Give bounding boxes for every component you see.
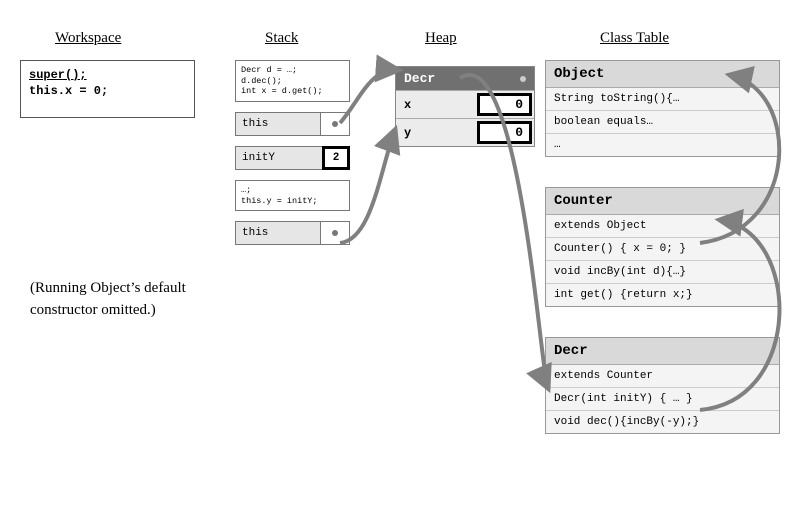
stack-slot-this1-val: [321, 113, 349, 135]
heap-field-y: y 0: [396, 118, 534, 146]
class-decr-row: void dec(){incBy(-y);}: [546, 411, 779, 433]
stack-slot-this1: this: [235, 112, 350, 136]
workspace-line2: this.x = 0;: [29, 83, 186, 99]
class-decr: Decr extends Counter Decr(int initY) { ……: [545, 337, 780, 434]
stack-column: Decr d = …; d.dec(); int x = d.get(); th…: [235, 60, 350, 255]
stack-slot-this2: this: [235, 221, 350, 245]
heap-column: Decr x 0 y 0: [395, 66, 535, 147]
class-counter: Counter extends Object Counter() { x = 0…: [545, 187, 780, 307]
stack-slot-inity: initY 2: [235, 146, 350, 170]
omitted-note: (Running Object’s default constructor om…: [30, 278, 250, 322]
class-object: Object String toString(){… boolean equal…: [545, 60, 780, 157]
workspace-box: super(); this.x = 0;: [20, 60, 195, 118]
class-counter-name: Counter: [546, 188, 779, 215]
heap-field-y-name: y: [396, 119, 475, 146]
stack-slot-this2-label: this: [236, 222, 321, 244]
workspace-line1: super();: [29, 67, 186, 83]
class-object-row: String toString(){…: [546, 88, 779, 111]
stack-frame-decr-code: …; this.y = initY;: [236, 181, 349, 210]
class-counter-extends: extends Object: [546, 215, 779, 238]
stack-slot-inity-label: initY: [236, 147, 323, 169]
class-decr-name: Decr: [546, 338, 779, 365]
heap-heading: Heap: [425, 30, 457, 47]
heap-object-pointer-dot: [520, 76, 526, 82]
class-counter-row: Counter() { x = 0; }: [546, 238, 779, 261]
class-object-name: Object: [546, 61, 779, 88]
classtable-heading: Class Table: [600, 30, 669, 47]
class-decr-extends: extends Counter: [546, 365, 779, 388]
stack-heading: Stack: [265, 30, 298, 47]
class-counter-row: void incBy(int d){…}: [546, 261, 779, 284]
stack-frame-main-code: Decr d = …; d.dec(); int x = d.get();: [236, 61, 349, 101]
heap-field-x-name: x: [396, 91, 475, 118]
stack-slot-this2-val: [321, 222, 349, 244]
class-table-column: Object String toString(){… boolean equal…: [545, 60, 780, 464]
class-object-row: …: [546, 134, 779, 156]
class-counter-row: int get() {return x;}: [546, 284, 779, 306]
stack-slot-this1-label: this: [236, 113, 321, 135]
heap-object-decr: Decr x 0 y 0: [395, 66, 535, 147]
class-object-row: boolean equals…: [546, 111, 779, 134]
class-decr-row: Decr(int initY) { … }: [546, 388, 779, 411]
heap-object-header: Decr: [396, 67, 534, 90]
workspace-heading: Workspace: [55, 30, 121, 47]
heap-object-classref: Decr: [404, 71, 435, 86]
heap-field-x-value: 0: [477, 93, 532, 116]
stack-frame-main: Decr d = …; d.dec(); int x = d.get();: [235, 60, 350, 102]
stack-frame-decr: …; this.y = initY;: [235, 180, 350, 211]
heap-field-x: x 0: [396, 90, 534, 118]
stack-slot-inity-val: 2: [322, 146, 350, 170]
heap-field-y-value: 0: [477, 121, 532, 144]
